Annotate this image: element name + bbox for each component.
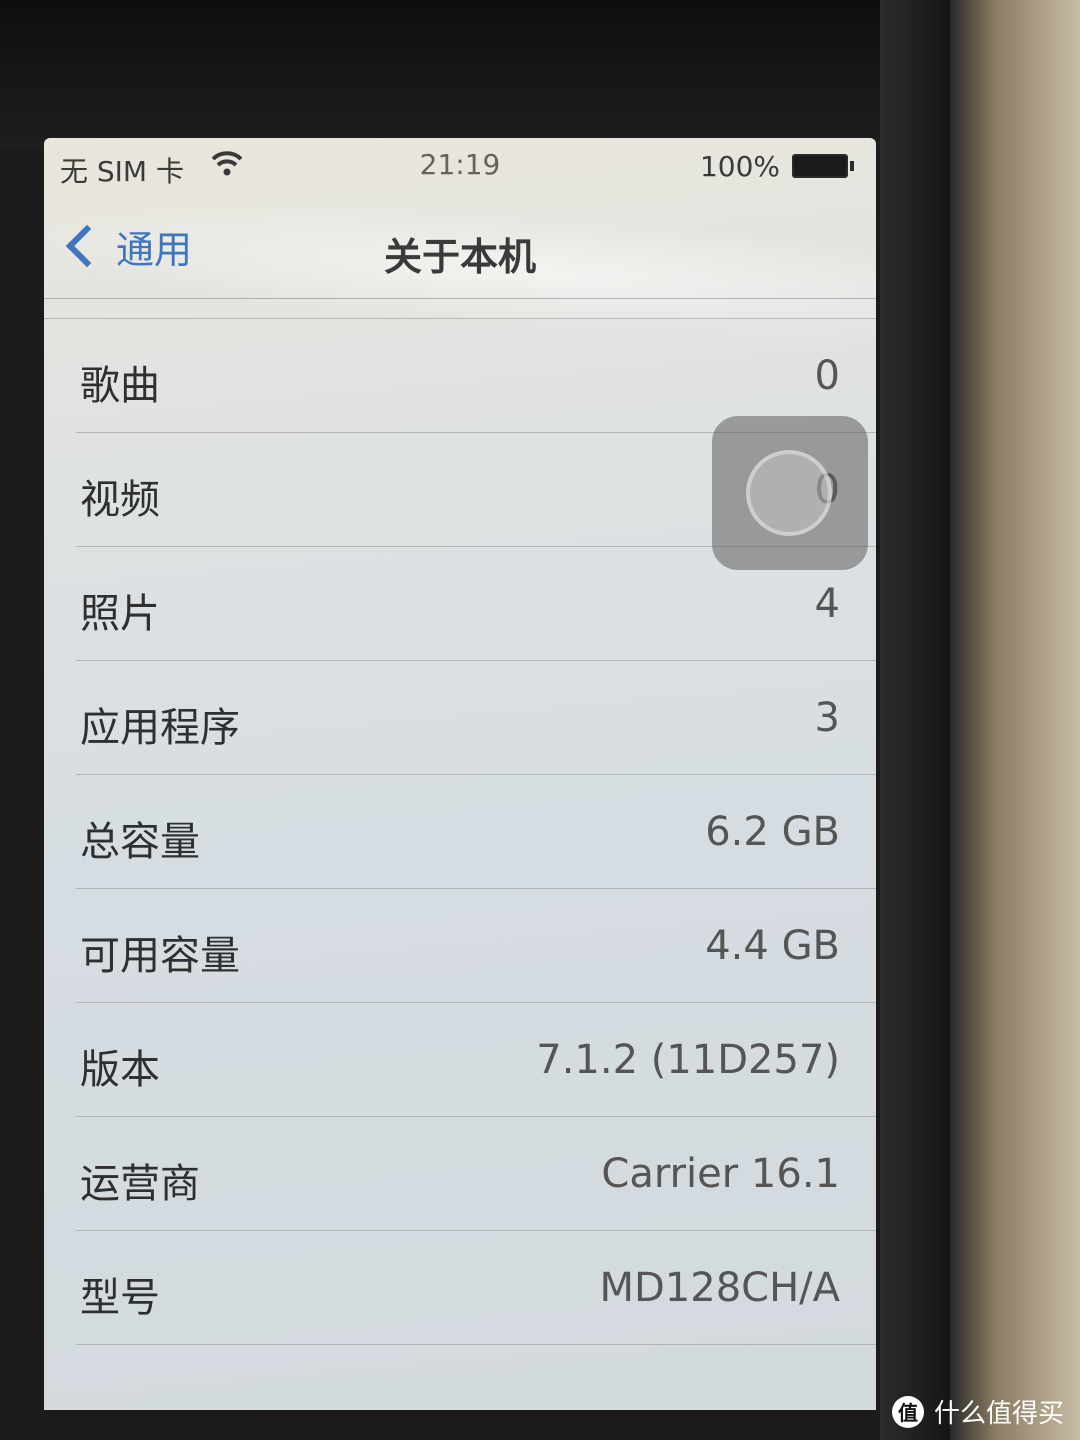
row-label: 型号 bbox=[80, 1275, 160, 1321]
list-item-applications: 应用程序 3 bbox=[76, 661, 876, 775]
row-value: 6.2 GB bbox=[705, 809, 840, 855]
row-value: 0 bbox=[814, 353, 840, 399]
row-value: 4 bbox=[814, 581, 840, 627]
row-label: 视频 bbox=[80, 477, 160, 523]
watermark-logo-icon: 值 bbox=[891, 1395, 924, 1428]
row-label: 应用程序 bbox=[80, 705, 240, 751]
phone-bezel-side bbox=[880, 0, 950, 1440]
watermark: 值 什么值得买 bbox=[891, 1393, 1064, 1430]
desk-background bbox=[950, 0, 1080, 1440]
navigation-bar: 通用 关于本机 bbox=[44, 194, 876, 299]
row-label: 运营商 bbox=[80, 1161, 200, 1207]
list-item-carrier: 运营商 Carrier 16.1 bbox=[76, 1117, 876, 1231]
phone-screen: 无 SIM 卡 21:19 100% 通用 关于本机 歌曲 0 视频 0 照片 … bbox=[44, 138, 876, 1410]
row-label: 版本 bbox=[80, 1047, 160, 1093]
row-value: Carrier 16.1 bbox=[601, 1151, 840, 1197]
page-title: 关于本机 bbox=[383, 235, 536, 279]
row-label: 可用容量 bbox=[80, 933, 240, 979]
battery-percent: 100% bbox=[699, 150, 780, 183]
row-value: 4.4 GB bbox=[705, 923, 840, 969]
assistive-touch-icon bbox=[746, 450, 832, 536]
list-item-capacity: 总容量 6.2 GB bbox=[76, 775, 876, 889]
assistive-touch-button[interactable] bbox=[712, 416, 868, 570]
battery-icon bbox=[792, 154, 854, 178]
status-bar: 无 SIM 卡 21:19 100% bbox=[44, 138, 876, 194]
row-label: 歌曲 bbox=[80, 363, 160, 409]
row-value: MD128CH/A bbox=[599, 1265, 840, 1311]
row-value: 7.1.2 (11D257) bbox=[536, 1037, 840, 1083]
list-item-available: 可用容量 4.4 GB bbox=[76, 889, 876, 1003]
row-label: 照片 bbox=[80, 591, 160, 637]
watermark-text: 什么值得买 bbox=[933, 1399, 1064, 1429]
row-label: 总容量 bbox=[80, 819, 200, 865]
list-item-version: 版本 7.1.2 (11D257) bbox=[76, 1003, 876, 1117]
row-value: 3 bbox=[814, 695, 840, 741]
list-item-model: 型号 MD128CH/A bbox=[76, 1231, 876, 1345]
